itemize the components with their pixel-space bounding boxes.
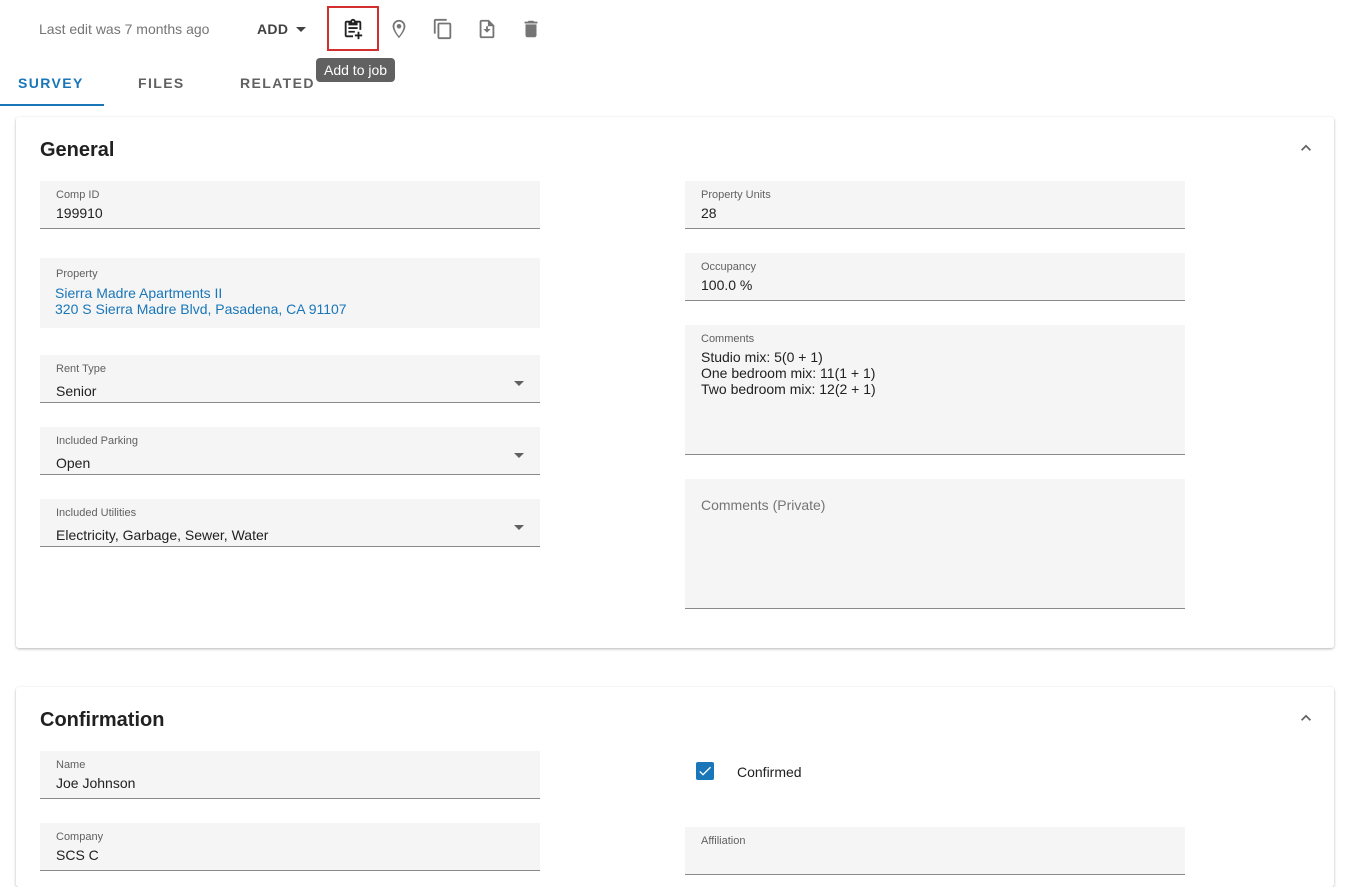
export-button[interactable] [467, 9, 507, 49]
general-section-title: General [40, 139, 115, 161]
add-menu-button[interactable]: ADD [257, 21, 307, 37]
tab-survey[interactable]: SURVEY [18, 75, 84, 91]
comments-label: Comments [701, 333, 755, 345]
comp-id-label: Comp ID [56, 189, 100, 201]
property-address[interactable]: 320 S Sierra Madre Blvd, Pasadena, CA 91… [55, 301, 347, 317]
occupancy-label: Occupancy [701, 261, 757, 273]
dropdown-arrow-icon [514, 381, 524, 386]
collapse-confirmation-button[interactable] [1294, 706, 1318, 730]
confirmation-section-title: Confirmation [40, 709, 165, 731]
tab-related[interactable]: RELATED [240, 75, 315, 91]
company-field[interactable]: Company SCS C [40, 823, 540, 871]
confirmed-checkbox[interactable] [696, 762, 714, 780]
rent-type-label: Rent Type [56, 363, 106, 375]
company-label: Company [56, 831, 104, 843]
file-download-icon [479, 19, 495, 39]
collapse-general-button[interactable] [1294, 136, 1318, 160]
name-field[interactable]: Name Joe Johnson [40, 751, 540, 799]
company-value: SCS C [56, 847, 99, 863]
dropdown-arrow-icon [514, 525, 524, 530]
name-value: Joe Johnson [56, 775, 136, 791]
checkmark-icon [699, 766, 711, 776]
affiliation-label: Affiliation [701, 835, 746, 847]
comp-id-field[interactable]: Comp ID 199910 [40, 181, 540, 229]
chevron-up-icon [1301, 714, 1311, 721]
included-parking-select[interactable]: Included Parking Open [40, 427, 540, 475]
last-edit-text: Last edit was 7 months ago [39, 21, 210, 37]
included-utilities-value: Electricity, Garbage, Sewer, Water [56, 527, 269, 543]
property-units-label: Property Units [701, 189, 771, 201]
name-label: Name [56, 759, 86, 771]
occupancy-value: 100.0 % [701, 277, 753, 293]
included-utilities-label: Included Utilities [56, 507, 137, 519]
map-pin-icon [392, 19, 406, 39]
affiliation-field[interactable]: Affiliation [685, 827, 1185, 875]
chevron-up-icon [1301, 144, 1311, 151]
copy-button[interactable] [423, 9, 463, 49]
property-label: Property [56, 268, 98, 280]
trash-icon [524, 20, 538, 38]
add-to-job-button[interactable] [327, 6, 379, 51]
property-units-field[interactable]: Property Units 28 [685, 181, 1185, 229]
dropdown-arrow-icon [514, 453, 524, 458]
comments-private-placeholder: Comments (Private) [701, 497, 826, 513]
property-link[interactable]: Sierra Madre Apartments II 320 S Sierra M… [55, 285, 347, 317]
active-tab-indicator [0, 104, 104, 106]
copy-icon [433, 18, 452, 40]
add-to-job-tooltip: Add to job [316, 58, 396, 82]
location-button[interactable] [379, 9, 419, 49]
rent-type-select[interactable]: Rent Type Senior [40, 355, 540, 403]
included-parking-value: Open [56, 455, 91, 471]
included-parking-label: Included Parking [56, 435, 138, 447]
property-name[interactable]: Sierra Madre Apartments II [55, 285, 222, 301]
tab-files[interactable]: FILES [138, 75, 185, 91]
caret-down-icon [296, 26, 307, 32]
property-field: Property Sierra Madre Apartments II 320 S… [40, 258, 540, 328]
confirmed-label: Confirmed [737, 764, 802, 780]
rent-type-value: Senior [56, 383, 97, 399]
comments-value: Studio mix: 5(0 + 1) One bedroom mix: 11… [701, 349, 876, 397]
add-button-label: ADD [257, 21, 289, 37]
comments-textarea[interactable]: Comments Studio mix: 5(0 + 1) One bedroo… [685, 325, 1185, 455]
clipboard-plus-icon [344, 18, 363, 39]
delete-button[interactable] [511, 9, 551, 49]
comp-id-value: 199910 [56, 205, 103, 221]
occupancy-field[interactable]: Occupancy 100.0 % [685, 253, 1185, 301]
property-units-value: 28 [701, 205, 717, 221]
included-utilities-select[interactable]: Included Utilities Electricity, Garbage,… [40, 499, 540, 547]
comments-private-textarea[interactable]: Comments (Private) [685, 479, 1185, 609]
